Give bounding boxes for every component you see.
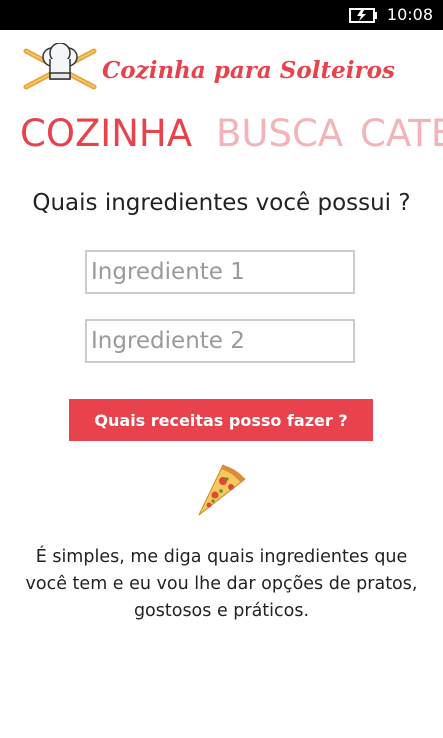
page-question: Quais ingredientes você possui ? [32,190,411,216]
ingredient-1-input[interactable] [85,250,355,294]
tab-cozinha[interactable]: COZINHA [20,112,192,155]
app-header: Cozinha para Solteiros [22,43,422,95]
battery-charging-icon [349,8,377,23]
status-bar: 10:08 [0,0,443,30]
find-recipes-button[interactable]: Quais receitas posso fazer ? [69,399,373,441]
tab-categorias[interactable]: CATE [360,112,443,155]
pizza-slice-icon [198,464,246,516]
pivot-tabs: COZINHA BUSCA CATE [0,112,443,162]
app-title: Cozinha para Solteiros [102,57,395,84]
tab-busca[interactable]: BUSCA [216,112,343,155]
ingredient-2-input[interactable] [85,319,355,363]
chef-hat-logo-icon [23,43,97,90]
status-time: 10:08 [386,5,433,24]
description-text: É simples, me diga quais ingredientes qu… [25,547,418,621]
